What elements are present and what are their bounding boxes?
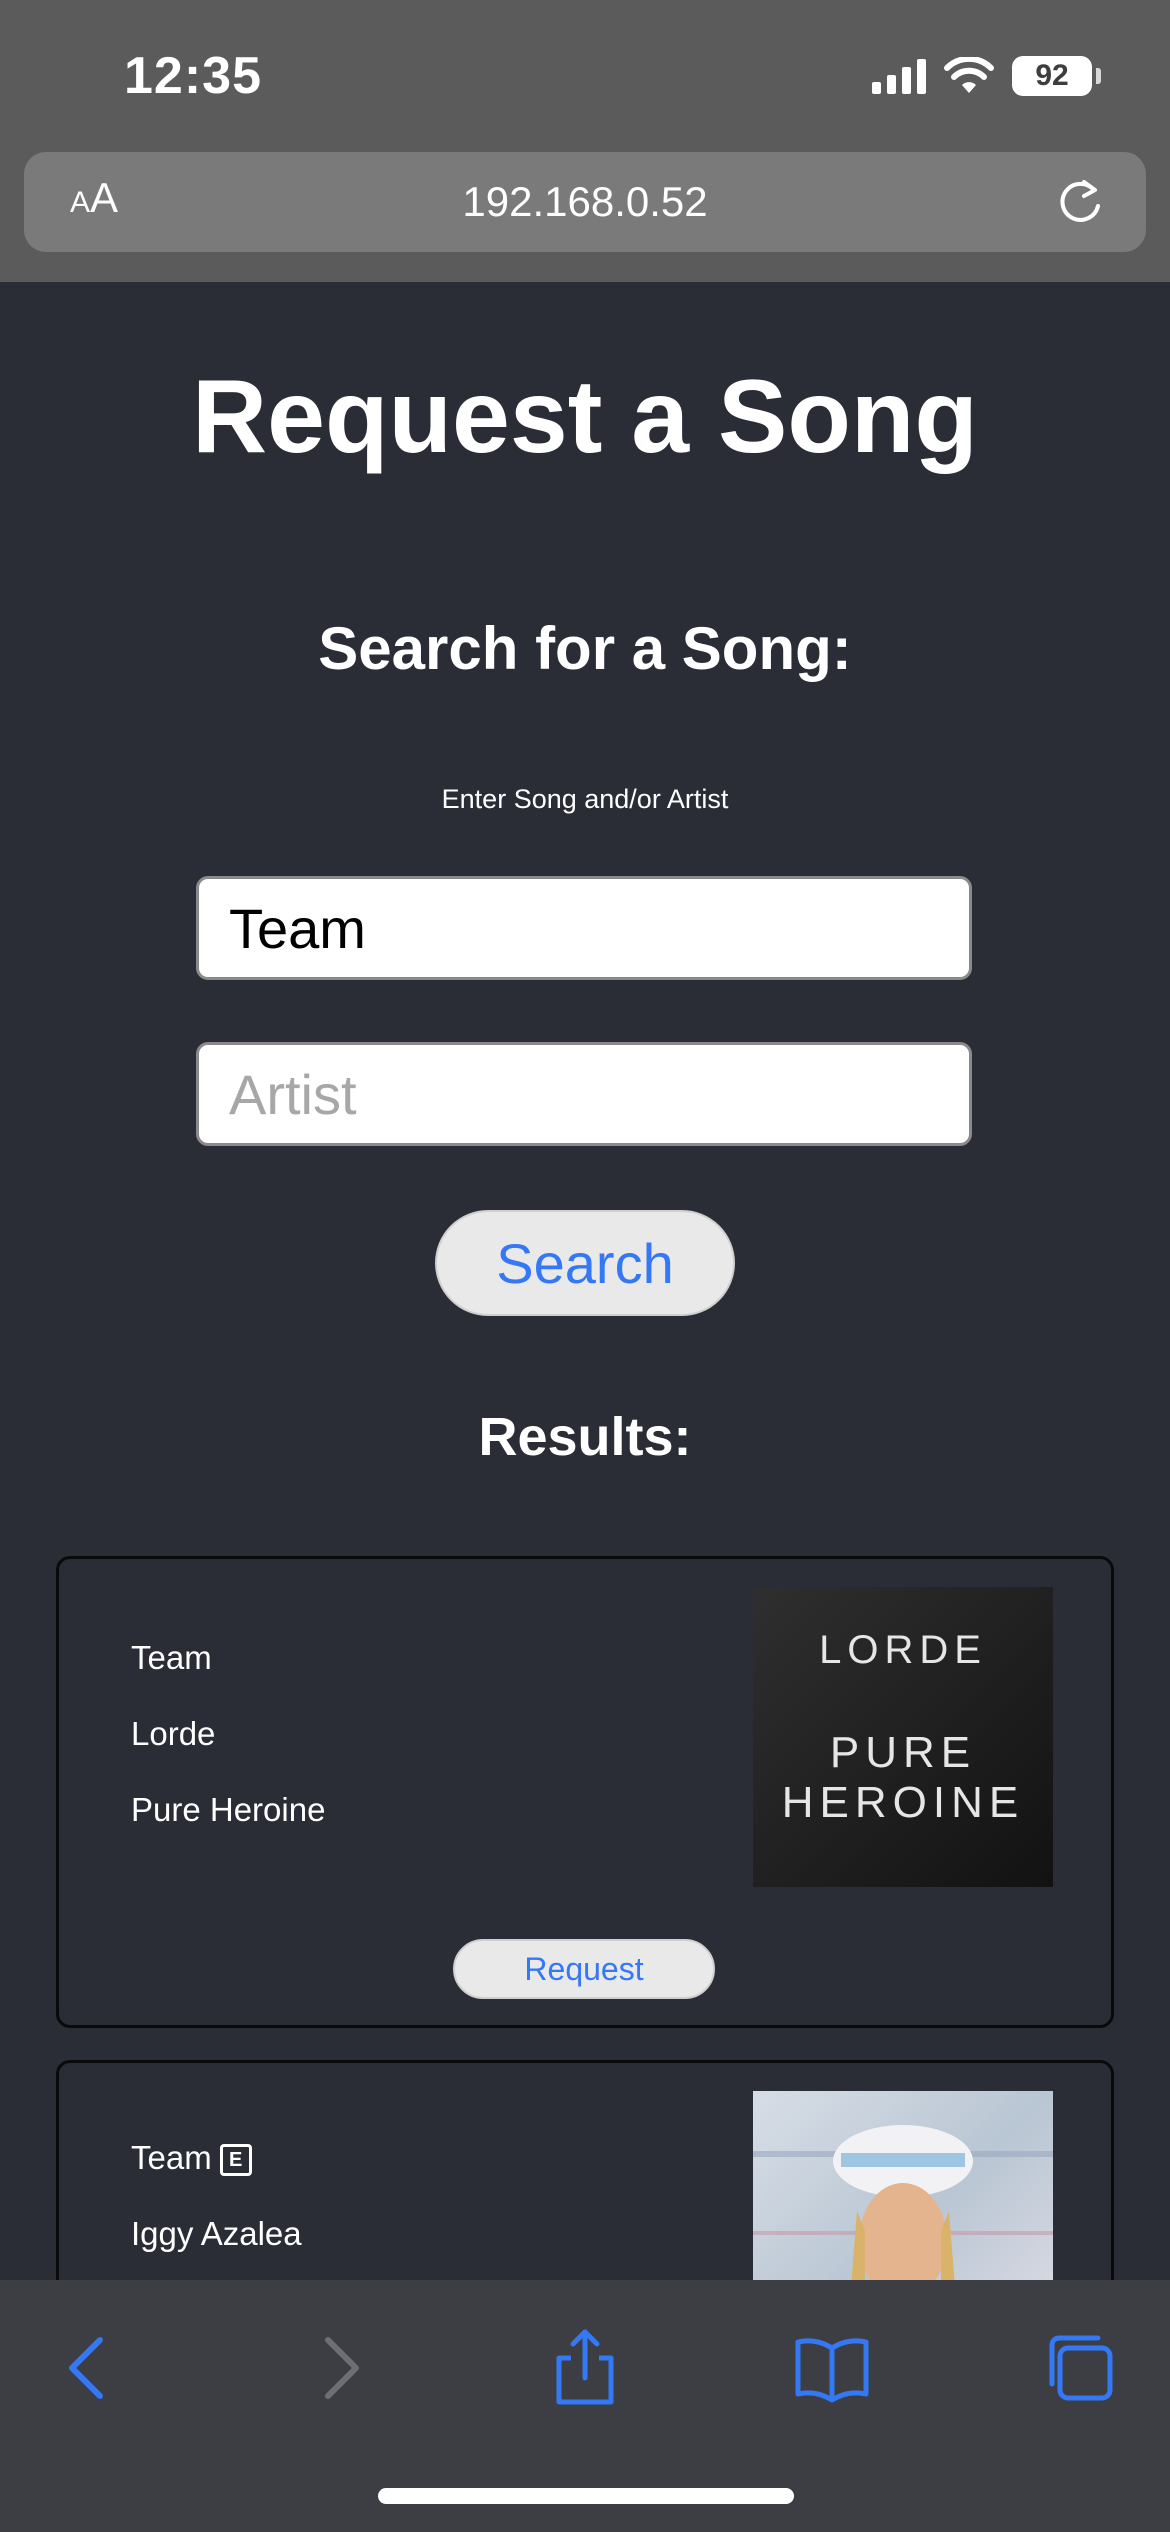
battery-icon: 92 <box>1012 56 1101 96</box>
page-title: Request a Song <box>192 359 978 475</box>
explicit-icon: E <box>219 2144 252 2176</box>
artist-input[interactable] <box>196 1042 972 1146</box>
search-hint: Enter Song and/or Artist <box>441 784 729 814</box>
result-song: Team <box>131 1639 212 1676</box>
forward-icon[interactable] <box>300 2328 380 2408</box>
results-heading: Results: <box>478 1407 692 1467</box>
home-indicator <box>378 2488 794 2504</box>
result-card: Team Lorde Pure Heroine LORDE PURE HEROI… <box>56 1556 1114 2028</box>
bookmarks-icon[interactable] <box>792 2328 872 2408</box>
result-artist: Lorde <box>131 1715 216 1752</box>
album-art: LORDE PURE HEROINE <box>753 1587 1053 1887</box>
request-button[interactable]: Request <box>453 1939 715 1999</box>
browser-chrome: AA 192.168.0.52 <box>0 152 1170 282</box>
address-bar[interactable]: AA 192.168.0.52 <box>24 152 1146 252</box>
wifi-icon <box>944 57 994 93</box>
album-art-text-line3: HEROINE <box>782 1778 1024 1827</box>
cellular-signal-icon <box>872 58 926 94</box>
result-artist: Iggy Azalea <box>131 2215 302 2252</box>
reload-icon[interactable] <box>1054 176 1106 228</box>
status-icons: 92 <box>872 56 1101 96</box>
back-icon[interactable] <box>48 2328 128 2408</box>
album-art-text-line2: PURE <box>830 1728 976 1777</box>
status-time: 12:35 <box>124 47 262 105</box>
status-bar: 12:35 92 <box>0 0 1170 152</box>
result-song-title: Team <box>131 2139 212 2176</box>
search-button[interactable]: Search <box>435 1210 735 1316</box>
result-album: Pure Heroine <box>131 1791 326 1828</box>
tabs-icon[interactable] <box>1040 2328 1120 2408</box>
song-input[interactable] <box>196 876 972 980</box>
result-song: Team E <box>131 2139 252 2177</box>
album-art-text-artist: LORDE <box>819 1628 987 1672</box>
url-text[interactable]: 192.168.0.52 <box>24 178 1146 226</box>
search-heading: Search for a Song: <box>318 615 852 682</box>
share-icon[interactable] <box>545 2328 625 2408</box>
